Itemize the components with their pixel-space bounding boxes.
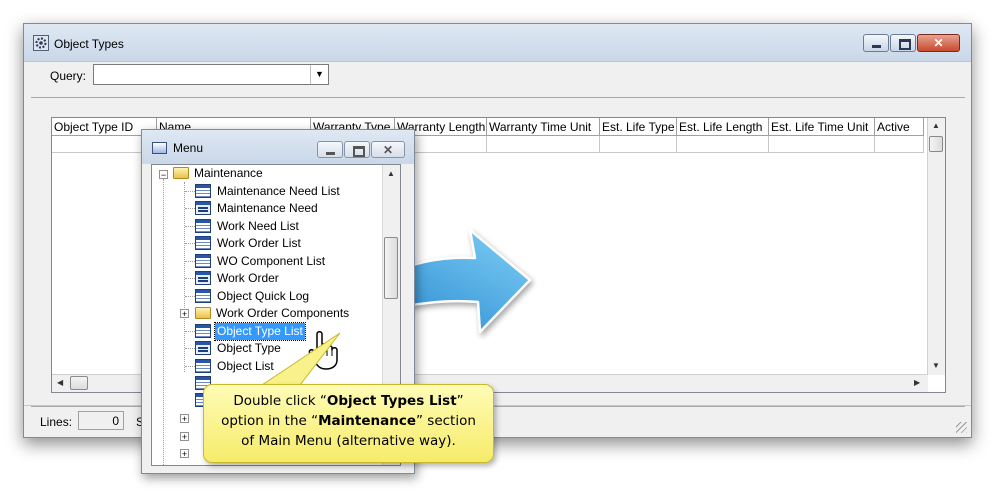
instruction-callout: Double click “Object Types List” option … — [203, 384, 494, 463]
callout-line-3: of Main Menu (alternative way). — [241, 433, 456, 449]
callout-line-1: Double click “Object Types List” — [233, 393, 464, 409]
callout-line-2: option in the “Maintenance” section — [221, 413, 476, 429]
callout-pointer — [260, 332, 341, 386]
